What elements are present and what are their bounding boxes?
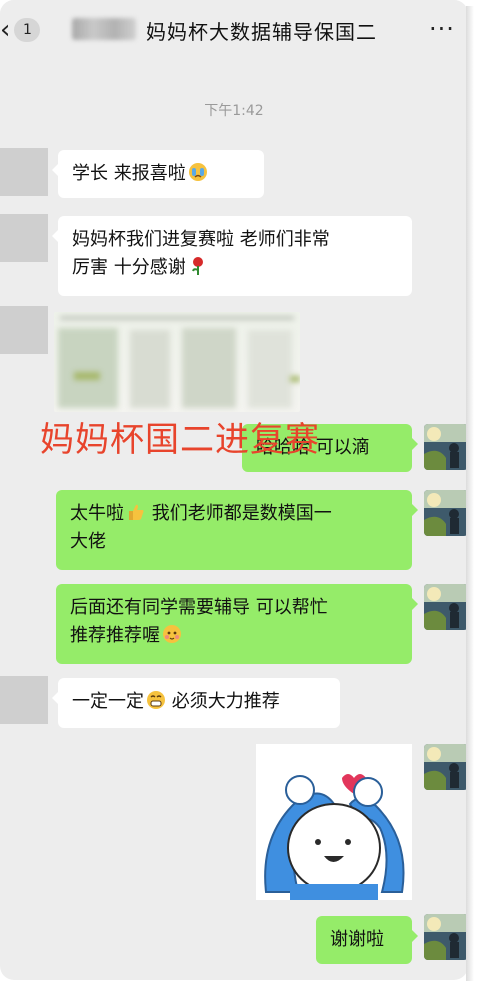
more-dots-icon[interactable]: ··· bbox=[422, 14, 462, 44]
message-text-line: 我们老师都是数模国一 bbox=[146, 503, 332, 524]
overlay-caption: 妈妈杯国二进复赛 bbox=[40, 420, 320, 460]
blurred-group-prefix bbox=[72, 18, 136, 40]
message-bubble[interactable]: 妈妈杯我们进复赛啦 老师们非常 厉害 十分感谢 bbox=[52, 216, 412, 296]
thumbs-up-emoji bbox=[129, 504, 144, 520]
chat-screen: ‹ 1 妈妈杯大数据辅导保国二 ··· 下午1:42 学长 来报喜啦 妈妈杯我们… bbox=[0, 0, 468, 980]
chat-header: ‹ 1 妈妈杯大数据辅导保国二 ··· bbox=[0, 0, 468, 60]
avatar[interactable] bbox=[0, 676, 48, 724]
message-text-line: 妈妈杯我们进复赛啦 老师们非常 bbox=[72, 229, 330, 250]
avatar[interactable] bbox=[0, 214, 48, 262]
message-bubble[interactable]: 一定一定 必须大力推荐 bbox=[52, 678, 340, 728]
message-text: 谢谢啦 bbox=[330, 929, 384, 950]
rose-emoji bbox=[191, 257, 203, 275]
avatar[interactable] bbox=[424, 424, 468, 470]
message-text: 学长 来报喜啦 bbox=[72, 163, 186, 184]
message-text: 必须大力推荐 bbox=[166, 691, 280, 712]
message-bubble[interactable]: 谢谢啦 bbox=[316, 916, 418, 964]
crying-face-emoji bbox=[188, 163, 207, 181]
message-text-line: 后面还有同学需要辅导 可以帮忙 bbox=[70, 597, 328, 618]
unread-count-badge: 1 bbox=[14, 18, 41, 42]
chat-title[interactable]: 妈妈杯大数据辅导保国二 bbox=[146, 16, 377, 45]
avatar[interactable] bbox=[424, 584, 468, 630]
message-bubble[interactable]: 太牛啦 我们老师都是数模国一 大佬 bbox=[56, 490, 418, 570]
message-text-line: 推荐推荐喔 bbox=[70, 625, 160, 646]
blush-emoji bbox=[163, 625, 181, 643]
avatar[interactable] bbox=[424, 744, 468, 790]
avatar[interactable] bbox=[424, 490, 468, 536]
message-text: 一定一定 bbox=[72, 691, 144, 712]
avatar[interactable] bbox=[424, 914, 468, 960]
heart-pose-sticker[interactable] bbox=[256, 744, 412, 900]
grin-emoji bbox=[147, 691, 165, 709]
message-bubble[interactable]: 后面还有同学需要辅导 可以帮忙 推荐推荐喔 bbox=[56, 584, 418, 664]
message-bubble[interactable]: 学长 来报喜啦 bbox=[52, 150, 264, 198]
avatar[interactable] bbox=[0, 148, 48, 196]
message-text-line: 厉害 十分感谢 bbox=[72, 257, 186, 278]
message-timestamp: 下午1:42 bbox=[204, 103, 264, 119]
blurred-screenshot-image[interactable] bbox=[54, 312, 300, 412]
message-text-line: 太牛啦 bbox=[70, 503, 124, 524]
message-text-line: 大佬 bbox=[70, 531, 106, 552]
back-button[interactable]: ‹ 1 bbox=[0, 14, 46, 46]
screen-edge-shadow bbox=[466, 6, 474, 981]
chevron-left-icon: ‹ bbox=[0, 15, 11, 45]
avatar[interactable] bbox=[0, 306, 48, 354]
